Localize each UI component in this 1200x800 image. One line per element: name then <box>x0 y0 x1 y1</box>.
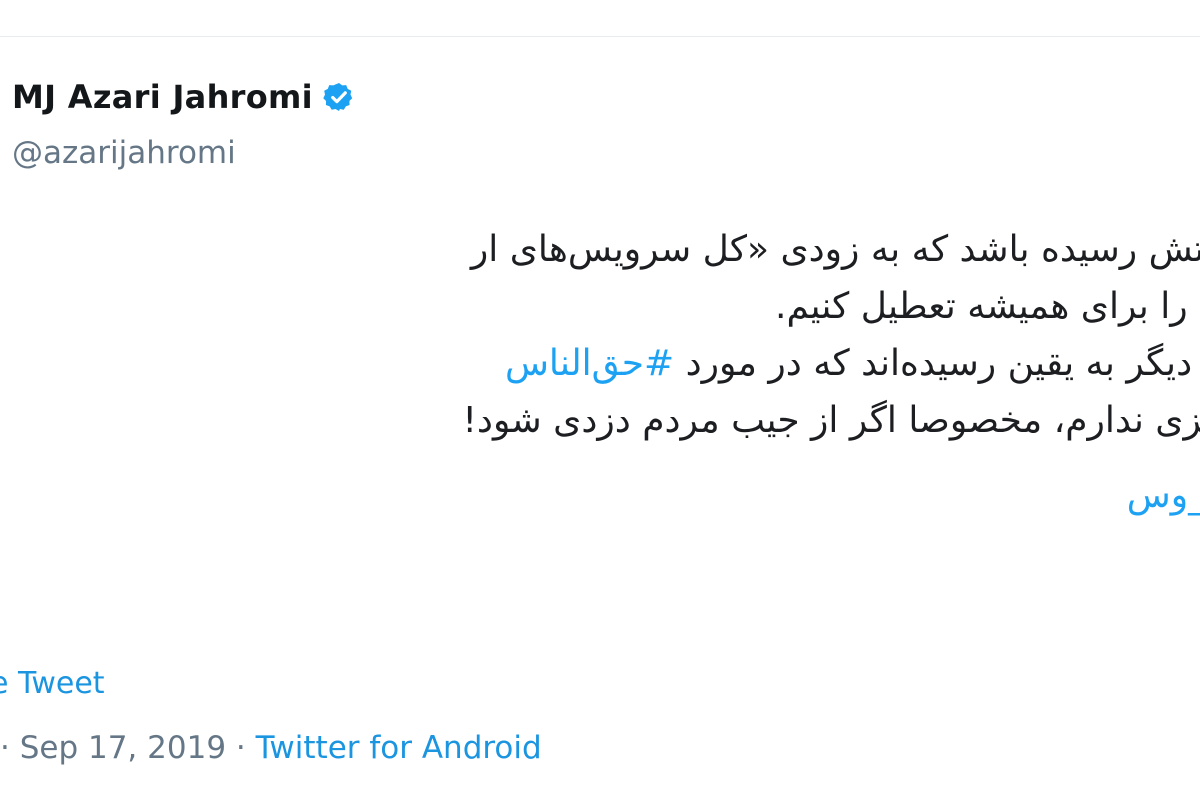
author-display-name[interactable]: MJ Azari Jahromi <box>12 78 313 116</box>
tweet-line: رمزی ندارم، مخصوصا اگر از جیب مردم دزدی … <box>462 400 1200 441</box>
author-handle[interactable]: @azarijahromi <box>12 135 236 171</box>
hashtag-link[interactable]: #حق‌الناس <box>505 343 674 384</box>
top-divider <box>0 36 1200 37</box>
tweet-meta: · Sep 17, 2019 · Twitter for Android <box>0 730 542 766</box>
tweet-line: ان دیگر به یقین رسیده‌اند که در مورد #حق… <box>0 346 1200 403</box>
tweet-line: وقتش رسیده باشد که به زودی «کل سرویس‌های… <box>470 229 1200 270</box>
tweet-date[interactable]: · Sep 17, 2019 · <box>0 730 246 766</box>
author-header[interactable]: MJ Azari Jahromi <box>12 78 355 116</box>
verified-badge-icon <box>323 81 355 113</box>
tweet-line-text: ان دیگر به یقین رسیده‌اند که در مورد <box>685 343 1200 384</box>
tweet-line: ه» را برای همیشه تعطیل کنیم. <box>775 286 1200 327</box>
tweet-source-link[interactable]: Twitter for Android <box>256 730 542 766</box>
tweet-text: وقتش رسیده باشد که به زودی «کل سرویس‌های… <box>0 232 1200 535</box>
hashtag-link[interactable]: ت_وس <box>1127 475 1200 516</box>
see-tweet-link[interactable]: e Tweet <box>0 666 105 701</box>
tweet-line: ت_وس <box>0 478 1200 535</box>
